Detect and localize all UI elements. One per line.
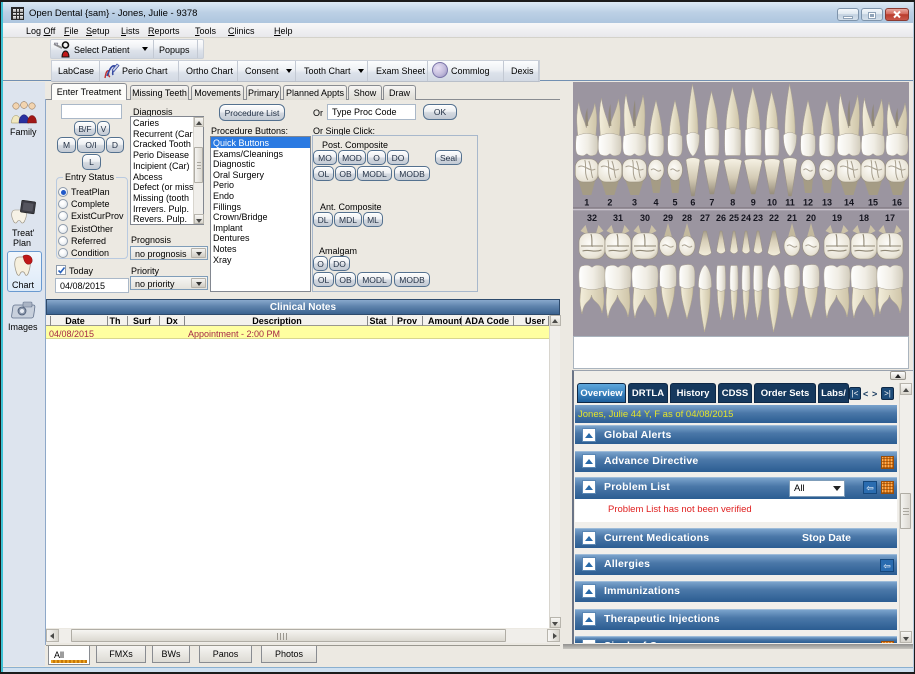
svg-text:9: 9 bbox=[751, 198, 756, 208]
svg-text:18: 18 bbox=[859, 213, 869, 223]
svg-text:31: 31 bbox=[613, 213, 623, 223]
svg-text:16: 16 bbox=[892, 198, 902, 208]
svg-text:10: 10 bbox=[767, 198, 777, 208]
svg-text:22: 22 bbox=[769, 213, 779, 223]
svg-text:14: 14 bbox=[844, 198, 854, 208]
svg-text:29: 29 bbox=[663, 213, 673, 223]
svg-text:3: 3 bbox=[632, 198, 637, 208]
svg-text:27: 27 bbox=[700, 213, 710, 223]
svg-text:1: 1 bbox=[584, 198, 589, 208]
svg-text:28: 28 bbox=[682, 213, 692, 223]
svg-text:19: 19 bbox=[832, 213, 842, 223]
svg-text:2: 2 bbox=[607, 198, 612, 208]
svg-text:21: 21 bbox=[787, 213, 797, 223]
svg-text:4: 4 bbox=[653, 198, 658, 208]
svg-text:30: 30 bbox=[640, 213, 650, 223]
svg-text:32: 32 bbox=[587, 213, 597, 223]
svg-text:6: 6 bbox=[690, 198, 695, 208]
svg-text:20: 20 bbox=[806, 213, 816, 223]
svg-text:12: 12 bbox=[803, 198, 813, 208]
svg-text:8: 8 bbox=[730, 198, 735, 208]
svg-text:5: 5 bbox=[672, 198, 677, 208]
svg-text:15: 15 bbox=[868, 198, 878, 208]
svg-text:23: 23 bbox=[753, 213, 763, 223]
svg-text:26: 26 bbox=[716, 213, 726, 223]
svg-text:17: 17 bbox=[885, 213, 895, 223]
svg-text:7: 7 bbox=[709, 198, 714, 208]
svg-text:24: 24 bbox=[741, 213, 751, 223]
svg-text:25: 25 bbox=[729, 213, 739, 223]
svg-text:13: 13 bbox=[822, 198, 832, 208]
svg-text:11: 11 bbox=[785, 198, 795, 208]
